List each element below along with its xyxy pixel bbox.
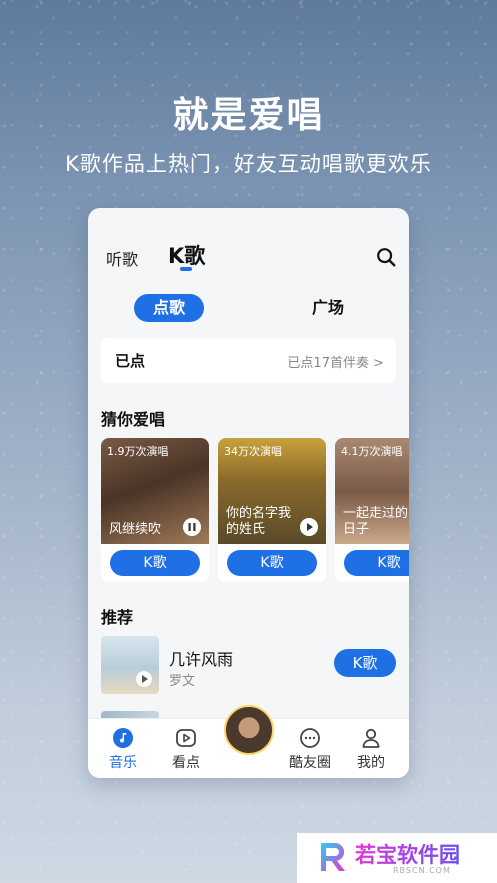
music-note-icon	[113, 728, 133, 748]
card-title: 一起走过的日子	[343, 506, 409, 537]
card-play-count: 1.9万次演唱	[107, 445, 169, 458]
nav-friends[interactable]: 酷友圈	[285, 727, 335, 772]
segment-guangchang[interactable]: 广场	[312, 294, 344, 322]
tab-listen[interactable]: 听歌	[106, 246, 138, 270]
k-song-button[interactable]: K歌	[334, 649, 396, 677]
song-cover	[101, 636, 159, 694]
song-title: 几许风雨	[169, 650, 234, 669]
watermark-logo-icon	[321, 842, 345, 871]
play-square-icon	[176, 729, 196, 747]
card-play-count: 34万次演唱	[224, 445, 282, 458]
segment-diange[interactable]: 点歌	[134, 294, 204, 322]
song-card[interactable]: 34万次演唱 你的名字我的姓氏 K歌	[218, 438, 326, 582]
app-screen: 听歌 K歌 点歌 广场 已点 已点17首伴奏 > 猜你爱唱 1.9万次演唱 风继…	[88, 208, 409, 778]
person-icon	[362, 728, 380, 748]
nav-label: 酷友圈	[289, 755, 331, 771]
pause-icon[interactable]	[183, 518, 201, 536]
k-song-button[interactable]: K歌	[110, 550, 200, 576]
nav-mine[interactable]: 我的	[346, 727, 396, 772]
top-bar: 听歌 K歌	[88, 208, 409, 278]
section-title-recommend: 推荐	[101, 608, 134, 627]
recommend-song-row[interactable]: 几许风雨 罗文 K歌	[101, 636, 396, 696]
tab-indicator	[180, 267, 192, 271]
song-artist: 罗文	[169, 674, 196, 689]
watermark-text: 若宝软件园	[355, 839, 460, 869]
k-song-button[interactable]: K歌	[344, 550, 409, 576]
card-title: 风继续吹	[109, 522, 162, 537]
bottom-nav: 音乐 看点 酷友圈 我的	[88, 705, 409, 778]
queued-label: 已点	[115, 352, 146, 370]
section-title-guess: 猜你爱唱	[101, 410, 166, 429]
queued-count: 已点17首伴奏 >	[287, 356, 384, 371]
chat-bubble-icon	[300, 728, 320, 748]
play-icon[interactable]	[135, 670, 153, 688]
promo-headline: 就是爱唱	[172, 95, 325, 136]
tab-k-song[interactable]: K歌	[168, 240, 205, 270]
card-play-count: 4.1万次演唱	[341, 445, 403, 458]
nav-label: 看点	[172, 755, 200, 771]
nav-label: 音乐	[109, 755, 137, 771]
nav-music[interactable]: 音乐	[98, 727, 148, 772]
now-playing-avatar[interactable]	[224, 705, 274, 755]
watermark: 若宝软件园 RBSCN.COM	[297, 833, 497, 883]
search-icon[interactable]	[375, 246, 397, 268]
watermark-sub: RBSCN.COM	[393, 866, 451, 875]
card-title: 你的名字我的姓氏	[226, 506, 292, 537]
segment-control: 点歌 广场	[88, 294, 409, 324]
nav-kandian[interactable]: 看点	[161, 727, 211, 772]
queued-songs-row[interactable]: 已点 已点17首伴奏 >	[101, 338, 396, 383]
guess-cards: 1.9万次演唱 风继续吹 K歌 34万次演唱 你的名字我的姓氏 K歌 4.1万次…	[101, 438, 409, 582]
promo-subline: K歌作品上热门，好友互动唱歌更欢乐	[65, 152, 432, 176]
nav-label: 我的	[357, 755, 385, 771]
k-song-button[interactable]: K歌	[227, 550, 317, 576]
song-card[interactable]: 1.9万次演唱 风继续吹 K歌	[101, 438, 209, 582]
play-icon[interactable]	[300, 518, 318, 536]
song-card[interactable]: 4.1万次演唱 一起走过的日子 K歌	[335, 438, 409, 582]
